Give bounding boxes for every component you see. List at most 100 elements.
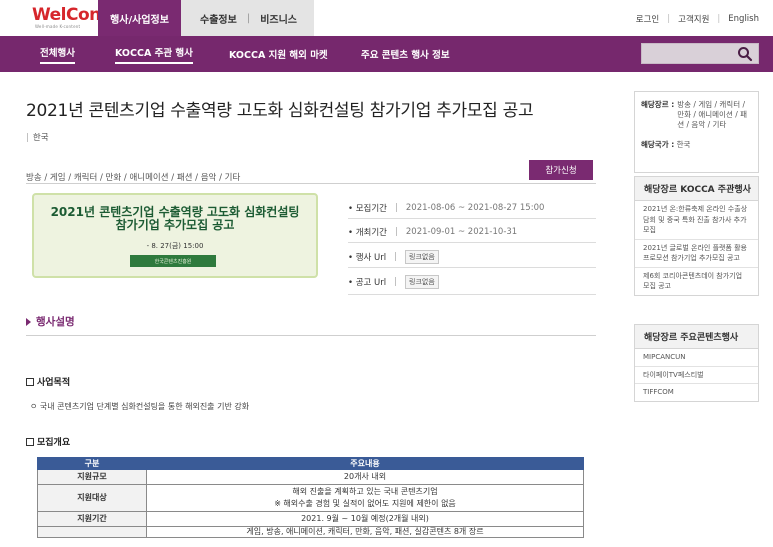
sidebar-country-label: 해당국가 : xyxy=(641,140,675,149)
table-header-cell: 구분 xyxy=(37,457,147,470)
info-value: 2021-09-01 ~ 2021-10-31 xyxy=(405,227,518,237)
triangle-right-icon xyxy=(26,317,31,326)
sidebar-country-value: 한국 xyxy=(676,140,691,149)
notice-url-link[interactable]: 링크없음 xyxy=(405,275,439,289)
row-content-line: 게임, 방송, 애니메이션, 캐릭터, 만화, 음악, 패션, 실감콘텐츠 8개… xyxy=(246,527,484,536)
logo-text: WelCon xyxy=(32,5,101,25)
row-content: 20개사 내외 xyxy=(146,469,584,485)
row-content: 2021. 9월 ~ 10월 예정(2개월 내외) xyxy=(146,511,584,527)
sidebar-country: 해당국가 : 한국 xyxy=(641,140,752,150)
util-divider: | xyxy=(717,14,721,24)
row-content: 게임, 방송, 애니메이션, 캐릭터, 만화, 음악, 패션, 실감콘텐츠 8개… xyxy=(146,526,584,538)
info-event-url: • 행사 Url | 링크없음 xyxy=(348,250,439,264)
subnav-label: KOCCA 지원 해외 마켓 xyxy=(229,50,328,61)
row-content: 해외 진출을 계획하고 있는 국내 콘텐츠기업 ※ 해외수출 경험 및 실적이 … xyxy=(146,484,584,512)
sidebar-genre-value: 방송 / 게임 / 캐릭터 / 만화 / 애니메이션 / 패션 / 음악 / 기… xyxy=(677,100,748,129)
row-content-line: ※ 해외수출 경험 및 실적이 없어도 지원에 제한이 없음 xyxy=(274,499,456,508)
main-tabs-grey: 수출정보 | 비즈니스 xyxy=(181,0,314,36)
sidebar-genre: 해당장르 : 방송 / 게임 / 캐릭터 / 만화 / 애니메이션 / 패션 /… xyxy=(641,100,752,130)
purpose-heading-label: 사업목적 xyxy=(37,378,71,388)
info-notice-url: • 공고 Url | 링크없음 xyxy=(348,275,439,289)
sidebar-event-link[interactable]: TIFFCOM xyxy=(635,384,758,401)
row-label: 지원기간 xyxy=(37,511,147,527)
purpose-heading: 사업목적 xyxy=(26,375,70,388)
sidebar-event-link[interactable]: 2021년 글로벌 온라인 플랫폼 활용 프로모션 참가기업 추가모집 공고 xyxy=(635,240,758,268)
banner-org-badge: 한국콘텐츠진흥원 xyxy=(130,255,216,267)
section-heading-description: 행사설명 xyxy=(26,314,75,329)
table-row: 게임, 방송, 애니메이션, 캐릭터, 만화, 음악, 패션, 실감콘텐츠 8개… xyxy=(37,526,584,538)
tab-business[interactable]: 비즈니스 xyxy=(260,11,297,26)
info-divider: | xyxy=(395,227,398,237)
sidebar-box-title: 해당장르 KOCCA 주관행사 xyxy=(635,177,758,201)
sidebar-major-events-box: 해당장르 주요콘텐츠행사 MIPCANCUN 타이페이TV페스티벌 TIFFCO… xyxy=(634,324,759,402)
subnav-label: KOCCA 주관 행사 xyxy=(115,45,193,64)
support-link[interactable]: 고객지원 xyxy=(678,13,709,25)
divider xyxy=(26,183,596,184)
info-divider: | xyxy=(394,277,398,287)
info-recruit-period: • 모집기간 | 2021-08-06 ~ 2021-08-27 15:00 xyxy=(348,202,544,214)
info-divider-line xyxy=(348,218,596,219)
row-label: 지원규모 xyxy=(37,469,147,485)
divider-bar: | xyxy=(26,133,29,143)
subnav-label: 전체행사 xyxy=(40,45,75,64)
event-country: | 한국 xyxy=(26,131,49,143)
info-label: • 모집기간 xyxy=(348,204,387,214)
sidebar-kocca-events-box: 해당장르 KOCCA 주관행사 2021년 온:한류축제 온라인 수출상담회 및… xyxy=(634,176,759,296)
sidebar-event-link[interactable]: 제6회 코리아콘텐츠데이 참가기업 모집 공고 xyxy=(635,268,758,295)
country-value: 한국 xyxy=(32,133,49,143)
sidebar-box-title: 해당장르 주요콘텐츠행사 xyxy=(635,325,758,349)
sidebar-event-link[interactable]: 2021년 온:한류축제 온라인 수출상담회 및 중국 특화 진출 참가사 추가… xyxy=(635,201,758,240)
sidebar-event-link[interactable]: MIPCANCUN xyxy=(635,349,758,367)
info-divider-line xyxy=(348,294,596,295)
event-genres: 방송 / 게임 / 캐릭터 / 만화 / 애니메이션 / 패션 / 음악 / 기… xyxy=(26,173,241,183)
row-content-line: 2021. 9월 ~ 10월 예정(2개월 내외) xyxy=(301,514,429,523)
subnav-major-content-events[interactable]: 주요 콘텐츠 행사 정보 xyxy=(361,36,450,72)
utility-links: 로그인 | 고객지원 | English xyxy=(636,13,759,25)
event-url-link[interactable]: 링크없음 xyxy=(405,250,439,264)
info-label: • 개최기간 xyxy=(348,228,387,238)
top-header: WelCon Well-made K-content 행사/사업정보 수출정보 … xyxy=(0,0,773,36)
table-header-cell: 주요내용 xyxy=(146,457,584,470)
row-content-line: 20개사 내외 xyxy=(343,472,387,481)
recruit-heading-label: 모집개요 xyxy=(37,438,71,448)
search-input[interactable] xyxy=(641,43,759,64)
login-link[interactable]: 로그인 xyxy=(636,13,659,25)
tab-event-info[interactable]: 행사/사업정보 xyxy=(98,0,181,36)
table-row: 지원기간 2021. 9월 ~ 10월 예정(2개월 내외) xyxy=(37,511,584,527)
banner-title-line1: 2021년 콘텐츠기업 수출역량 고도화 심화컨설팅 xyxy=(50,205,300,219)
row-label: 지원대상 xyxy=(37,484,147,512)
english-link[interactable]: English xyxy=(728,14,759,24)
section-heading-label: 행사설명 xyxy=(36,316,75,328)
info-divider: | xyxy=(395,203,398,213)
info-divider-line xyxy=(348,242,596,243)
util-divider: | xyxy=(667,14,671,24)
square-bullet-icon xyxy=(26,377,34,386)
welcon-logo[interactable]: WelCon Well-made K-content xyxy=(32,5,101,32)
tab-export-info[interactable]: 수출정보 xyxy=(200,11,237,26)
table-row: 지원규모 20개사 내외 xyxy=(37,469,584,485)
search-icon[interactable] xyxy=(737,46,753,62)
subnav-kocca-overseas-markets[interactable]: KOCCA 지원 해외 마켓 xyxy=(229,36,328,72)
page-title: 2021년 콘텐츠기업 수출역량 고도화 심화컨설팅 참가기업 추가모집 공고 xyxy=(26,101,534,121)
sidebar-event-link[interactable]: 타이페이TV페스티벌 xyxy=(635,367,758,384)
tab-divider: | xyxy=(246,12,251,24)
info-divider: | xyxy=(394,252,398,262)
banner-date: - 8. 27(금) 15:00 xyxy=(146,242,204,250)
event-banner-image: 2021년 콘텐츠기업 수출역량 고도화 심화컨설팅 참가기업 추가모집 공고 … xyxy=(32,193,318,278)
info-label: • 행사 Url xyxy=(348,253,387,263)
table-row: 지원대상 해외 진출을 계획하고 있는 국내 콘텐츠기업 ※ 해외수출 경험 및… xyxy=(37,484,584,512)
square-bullet-icon xyxy=(26,437,34,446)
recruit-overview-table: 구분 주요내용 지원규모 20개사 내외 지원대상 해외 진출을 계획하고 있는… xyxy=(37,457,584,538)
table-header-row: 구분 주요내용 xyxy=(37,457,584,470)
info-event-period: • 개최기간 | 2021-09-01 ~ 2021-10-31 xyxy=(348,226,517,238)
row-label xyxy=(37,526,147,538)
divider xyxy=(26,335,596,336)
banner-title-line2: 참가기업 추가모집 공고 xyxy=(115,218,235,232)
info-label: • 공고 Url xyxy=(348,278,387,288)
info-divider-line xyxy=(348,267,596,268)
subnav-all-events[interactable]: 전체행사 xyxy=(40,36,75,72)
recruit-heading: 모집개요 xyxy=(26,435,70,448)
sidebar-event-summary: 해당장르 : 방송 / 게임 / 캐릭터 / 만화 / 애니메이션 / 패션 /… xyxy=(634,91,759,173)
apply-button[interactable]: 참가신청 xyxy=(529,160,593,180)
subnav-kocca-events[interactable]: KOCCA 주관 행사 xyxy=(115,36,193,72)
